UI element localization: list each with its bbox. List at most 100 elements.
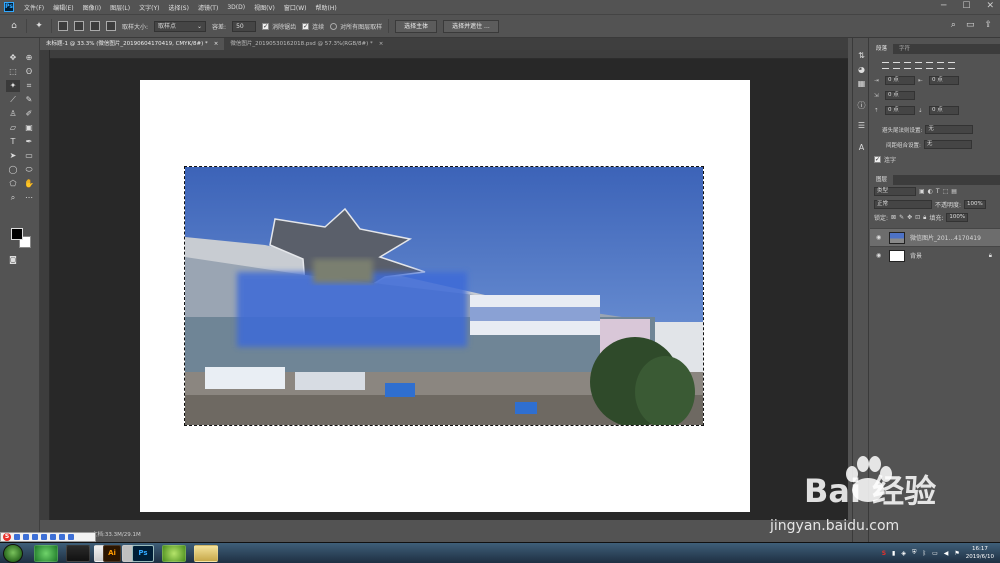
minimize-icon[interactable]: ─ bbox=[941, 1, 946, 12]
lock-all-icon[interactable]: 🔒︎ bbox=[923, 214, 926, 222]
moon-icon[interactable] bbox=[14, 534, 20, 540]
menu-edit[interactable]: 编辑(E) bbox=[53, 3, 73, 12]
document-canvas[interactable] bbox=[140, 80, 750, 512]
filter-shape-icon[interactable]: ⬚ bbox=[943, 188, 949, 195]
custom-shape-icon[interactable]: ⬠ bbox=[6, 178, 20, 190]
shield-icon[interactable]: ⛨ bbox=[912, 549, 917, 557]
eye-icon[interactable]: ◉ bbox=[876, 234, 884, 241]
all-layers-checkbox[interactable]: 对所有图层取样 bbox=[330, 22, 382, 31]
more-tools-icon[interactable]: ⋯ bbox=[22, 192, 36, 204]
filter-type-icon[interactable]: T bbox=[936, 188, 940, 195]
new-selection-icon[interactable] bbox=[58, 21, 68, 31]
antialias-checkbox[interactable]: ✓ 消除锯齿 bbox=[262, 22, 296, 31]
close-icon[interactable]: ✕ bbox=[986, 1, 994, 12]
menu-help[interactable]: 帮助(H) bbox=[316, 3, 337, 12]
filter-pixel-icon[interactable]: ▣ bbox=[919, 188, 925, 195]
sample-size-select[interactable]: 取样点 ⌄ bbox=[154, 20, 207, 32]
canvas-workspace[interactable] bbox=[50, 59, 848, 520]
brush-tool-icon[interactable]: ✎ bbox=[22, 94, 36, 106]
display-icon[interactable]: ▭ bbox=[932, 550, 938, 557]
menu-window[interactable]: 窗口(W) bbox=[284, 3, 307, 12]
lock-position-icon[interactable]: ✥ bbox=[907, 214, 912, 221]
tab-document-2[interactable]: 微信图片_20190530162018.psd @ 57.3%(RGB/8#) … bbox=[224, 38, 389, 50]
swatches-icon[interactable]: ▦ bbox=[856, 78, 867, 89]
color-icon[interactable]: ◕ bbox=[856, 64, 867, 75]
justify-center-icon[interactable] bbox=[926, 62, 933, 69]
taskbar-app-browser[interactable] bbox=[34, 545, 58, 562]
add-selection-icon[interactable] bbox=[74, 21, 84, 31]
intersect-selection-icon[interactable] bbox=[106, 21, 116, 31]
character-icon[interactable]: A bbox=[856, 142, 867, 153]
maximize-icon[interactable]: ☐ bbox=[962, 1, 970, 12]
taskbar-app-illustrator[interactable]: Ai bbox=[103, 545, 121, 562]
justify-all-icon[interactable] bbox=[948, 62, 955, 69]
spacing-select[interactable]: 无 bbox=[923, 140, 972, 149]
taskbar-app-photoshop[interactable]: Ps bbox=[132, 545, 154, 562]
menu-view[interactable]: 视图(V) bbox=[254, 3, 275, 12]
volume-icon[interactable]: ◀ bbox=[944, 550, 949, 557]
lock-artboard-icon[interactable]: ⊡ bbox=[915, 214, 920, 221]
path-select-icon[interactable]: ➤ bbox=[6, 150, 20, 162]
sogou-tray-icon[interactable]: S bbox=[882, 550, 886, 557]
menu-3d[interactable]: 3D(D) bbox=[227, 4, 245, 11]
space-after-input[interactable]: 0 点 bbox=[929, 106, 959, 115]
clock[interactable]: 16:17 2019/6/10 bbox=[966, 545, 994, 561]
tools-icon[interactable] bbox=[59, 534, 65, 540]
crop-tool-icon[interactable]: ⌗ bbox=[22, 80, 36, 92]
tab-character[interactable]: 字符 bbox=[893, 44, 916, 54]
taskbar-app-folder[interactable] bbox=[194, 545, 218, 562]
start-button[interactable] bbox=[3, 544, 23, 563]
skin-icon[interactable] bbox=[50, 534, 56, 540]
history-brush-icon[interactable]: ✐ bbox=[22, 108, 36, 120]
select-subject-button[interactable]: 选择主体 bbox=[395, 19, 438, 33]
justify-right-icon[interactable] bbox=[937, 62, 944, 69]
gradient-tool-icon[interactable]: ▣ bbox=[22, 122, 36, 134]
lock-paint-icon[interactable]: ✎ bbox=[899, 214, 904, 221]
rectangle-tool-icon[interactable]: ▭ bbox=[22, 150, 36, 162]
subtract-selection-icon[interactable] bbox=[90, 21, 100, 31]
taskbar-app-green[interactable] bbox=[162, 545, 186, 562]
tolerance-input[interactable]: 50 bbox=[232, 20, 257, 32]
first-line-indent-input[interactable]: 0 点 bbox=[885, 91, 915, 100]
space-before-input[interactable]: 0 点 bbox=[885, 106, 915, 115]
close-icon[interactable]: × bbox=[214, 38, 219, 50]
lock-pixels-icon[interactable]: ⊠ bbox=[891, 214, 896, 221]
menu-filter[interactable]: 滤镜(T) bbox=[198, 3, 218, 12]
pen-tool-icon[interactable]: ✒ bbox=[22, 136, 36, 148]
share-icon[interactable]: ⇪ bbox=[984, 20, 992, 30]
close-icon[interactable]: × bbox=[379, 38, 384, 50]
hand-tool-icon[interactable]: ✋ bbox=[22, 178, 36, 190]
punct-icon[interactable] bbox=[23, 534, 29, 540]
sogou-icon[interactable]: S bbox=[3, 533, 11, 541]
flag-icon[interactable]: ⚑ bbox=[954, 550, 959, 557]
workspace-icon[interactable]: ▭ bbox=[966, 20, 975, 30]
properties-icon[interactable]: ☰ bbox=[856, 120, 867, 131]
left-indent-input[interactable]: 0 点 bbox=[885, 76, 915, 85]
info-icon[interactable]: ⓘ bbox=[856, 100, 867, 111]
layer-row-photo[interactable]: ◉ 微信图片_201...4170419 bbox=[870, 228, 1000, 246]
search-icon[interactable]: ⌕ bbox=[951, 20, 956, 30]
ellipse-tool-icon[interactable]: ◯ bbox=[6, 164, 20, 176]
select-and-mask-button[interactable]: 选择并遮住 ... bbox=[443, 19, 499, 33]
hyphen-select[interactable]: 无 bbox=[925, 125, 974, 134]
eye-icon[interactable]: ◉ bbox=[876, 252, 884, 259]
filter-smart-icon[interactable]: ▤ bbox=[951, 188, 957, 195]
stamp-tool-icon[interactable]: ♙ bbox=[6, 108, 20, 120]
grid-icon[interactable] bbox=[68, 534, 74, 540]
layer-row-background[interactable]: ◉ 背景 🔒︎ bbox=[870, 246, 1000, 264]
menu-file[interactable]: 文件(F) bbox=[24, 3, 44, 12]
artboard-tool-icon[interactable]: ⊕ bbox=[22, 52, 36, 64]
move-tool-icon[interactable]: ✥ bbox=[6, 52, 20, 64]
tab-layers[interactable]: 图层 bbox=[870, 175, 894, 185]
blend-mode-select[interactable]: 正常 bbox=[874, 200, 932, 209]
security-icon[interactable]: ◈ bbox=[901, 550, 906, 557]
quick-mask-icon[interactable]: ◙ bbox=[6, 254, 20, 266]
eyedropper-tool-icon[interactable]: ⟋ bbox=[6, 94, 20, 106]
polygon-tool-icon[interactable]: ⬭ bbox=[22, 164, 36, 176]
network-icon[interactable]: ▮ bbox=[892, 550, 895, 557]
station-photo-layer[interactable] bbox=[184, 166, 704, 426]
lasso-tool-icon[interactable]: ʘ bbox=[22, 66, 36, 78]
bluetooth-icon[interactable]: ᛒ bbox=[923, 550, 927, 557]
contiguous-checkbox[interactable]: ✓ 连续 bbox=[302, 22, 324, 31]
zoom-tool-icon[interactable]: ⌕ bbox=[6, 192, 20, 204]
